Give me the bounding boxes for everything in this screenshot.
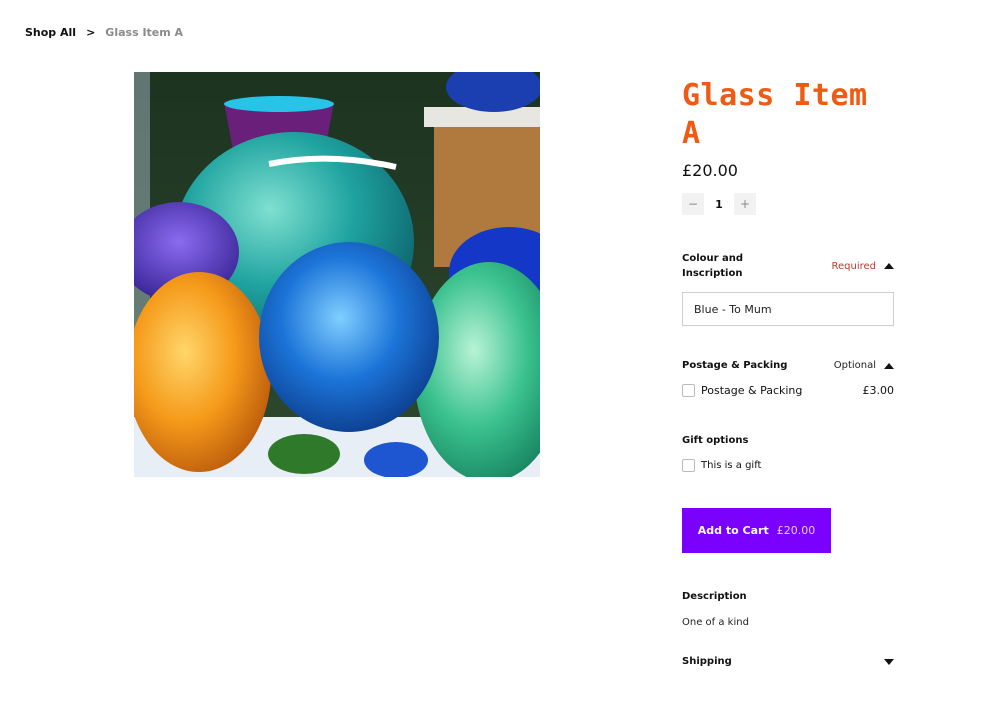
product-price: £20.00 [682,161,738,180]
description-title: Description [682,591,747,602]
quantity-increase-button[interactable]: + [734,193,756,215]
breadcrumb: Shop All > Glass Item A [25,26,183,39]
quantity-decrease-button[interactable]: − [682,193,704,215]
gift-options-label: Gift options [682,435,749,446]
postage-section: Postage & Packing Optional Postage & Pac… [682,360,894,397]
gift-option-label: This is a gift [701,460,762,471]
postage-option[interactable]: Postage & Packing £3.00 [682,384,894,397]
shipping-header[interactable]: Shipping [682,656,894,667]
postage-header[interactable]: Postage & Packing Optional [682,360,894,371]
optional-badge: Optional [833,360,876,371]
quantity-stepper: − 1 + [682,193,894,215]
add-to-cart-price: £20.00 [776,524,816,537]
quantity-value: 1 [715,197,723,211]
colour-inscription-input[interactable] [682,292,894,326]
collapse-arrow-icon[interactable] [884,263,894,269]
postage-label: Postage & Packing [682,360,788,371]
product-title: Glass Item A [682,78,868,151]
expand-arrow-icon[interactable] [884,658,894,665]
description-body: One of a kind [682,617,749,628]
colour-inscription-section: Colour and Inscription Required [682,251,894,326]
postage-option-price: £3.00 [862,384,895,397]
product-photo [134,72,540,477]
gift-checkbox[interactable] [682,459,695,472]
collapse-arrow-icon[interactable] [884,362,894,369]
postage-option-label: Postage & Packing [701,384,803,397]
breadcrumb-shop-all-link[interactable]: Shop All [25,26,76,39]
add-to-cart-button[interactable]: Add to Cart £20.00 [682,508,831,553]
breadcrumb-current: Glass Item A [105,26,184,39]
add-to-cart-label: Add to Cart [697,524,769,537]
colour-inscription-label: Colour and Inscription [682,253,744,279]
product-image[interactable] [134,72,540,477]
product-details: Glass Item A £20.00 − 1 + Colour and Ins… [682,72,894,667]
postage-checkbox[interactable] [682,384,695,397]
gift-options-header: Gift options [682,435,894,446]
colour-inscription-header[interactable]: Colour and Inscription Required [682,251,894,281]
shipping-title: Shipping [682,656,732,667]
required-badge: Required [831,260,876,272]
breadcrumb-separator: > [86,26,96,39]
gift-options-section: Gift options This is a gift [682,435,894,472]
gift-option[interactable]: This is a gift [682,459,894,472]
description-section: Description One of a kind [682,591,894,628]
